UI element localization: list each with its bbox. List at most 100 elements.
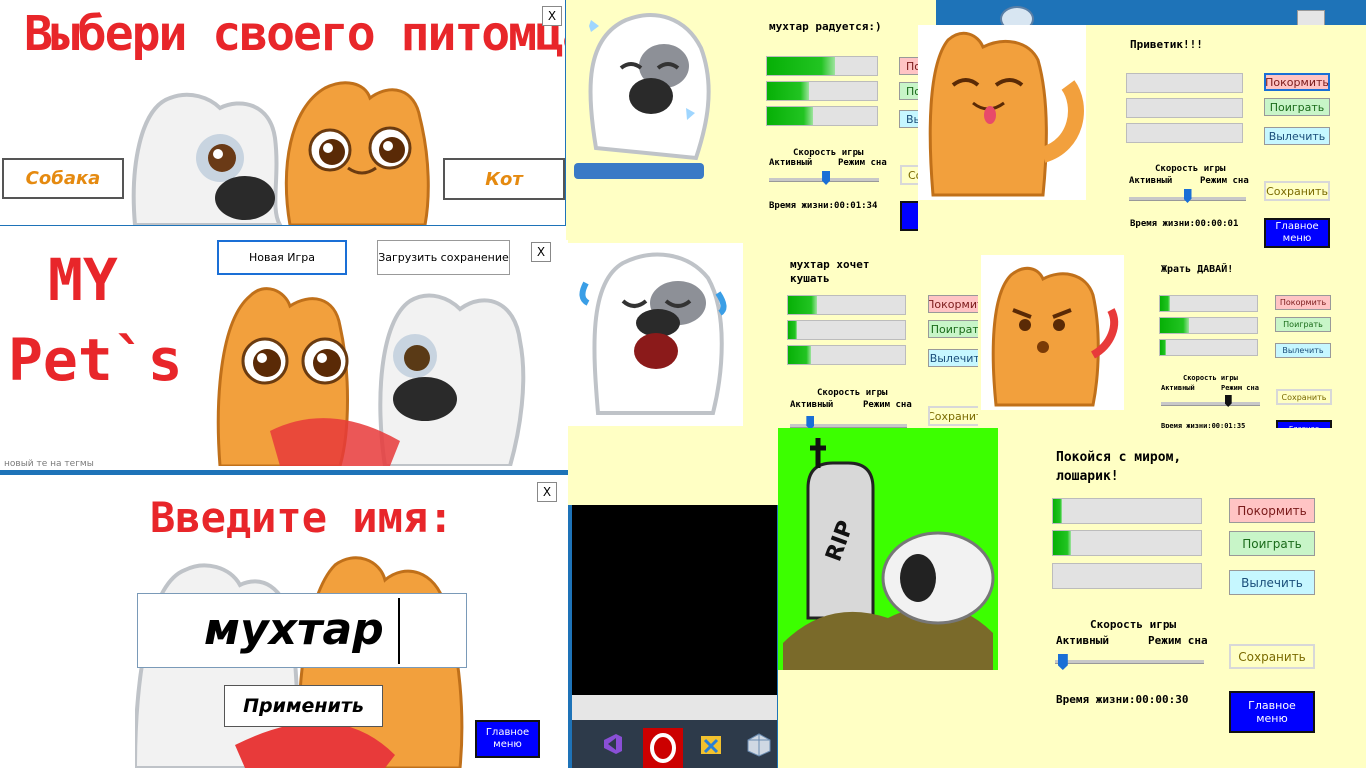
main-menu-button[interactable]: Главное меню xyxy=(1264,218,1330,248)
status-text: мухтар радуется:) xyxy=(769,20,882,33)
opera-icon[interactable] xyxy=(643,728,683,768)
feed-button[interactable]: Покормить xyxy=(1275,295,1331,310)
hunger-bar xyxy=(1126,73,1243,93)
life-time: Время жизни:00:00:01 xyxy=(1130,219,1239,229)
sleep-label: Режим сна xyxy=(863,400,912,410)
main-menu-button[interactable]: Главное меню xyxy=(475,720,540,758)
virtualbox-icon[interactable] xyxy=(746,732,772,758)
feed-button[interactable]: Покормить xyxy=(1229,498,1315,523)
health-bar xyxy=(1159,339,1258,356)
hunger-bar xyxy=(766,56,878,76)
visual-studio-icon[interactable] xyxy=(600,732,624,756)
heal-button[interactable]: Вылечить xyxy=(1229,570,1315,595)
hunger-bar xyxy=(1052,498,1202,524)
happy-cat-image xyxy=(918,25,1086,200)
mood-bar-fill xyxy=(767,82,809,100)
active-label: Активный xyxy=(1056,634,1109,647)
status-text-line2: лошарик! xyxy=(1056,469,1119,484)
name-title: Введите имя: xyxy=(150,493,454,542)
hunger-bar-fill xyxy=(788,296,818,314)
health-bar xyxy=(1052,563,1202,589)
status-footer: новый те на тегмы xyxy=(4,459,94,469)
choose-pet-window: Выбери своего питомца X Собака Кот xyxy=(0,0,565,225)
name-input[interactable]: мухтар xyxy=(137,593,467,668)
mood-bar-fill xyxy=(1160,318,1190,333)
hunger-bar-fill xyxy=(767,57,836,75)
hunger-bar xyxy=(787,295,906,315)
apply-button[interactable]: Применить xyxy=(224,685,383,727)
file-manager-icon[interactable] xyxy=(699,732,725,758)
dog-button[interactable]: Собака xyxy=(2,158,124,199)
heal-button[interactable]: Вылечить xyxy=(1275,343,1331,358)
status-text: Приветик!!! xyxy=(1130,38,1203,51)
name-input-value: мухтар xyxy=(204,604,384,655)
health-bar-fill xyxy=(767,107,814,125)
logo-line1: MY xyxy=(48,246,118,314)
speed-title: Скорость игры xyxy=(793,148,864,158)
crying-dog-image xyxy=(568,243,743,426)
speed-slider-thumb[interactable] xyxy=(1057,654,1068,670)
health-bar xyxy=(766,106,878,126)
close-button[interactable]: X xyxy=(531,242,551,262)
life-time: Время жизни:00:01:34 xyxy=(769,201,878,211)
hunger-bar-fill xyxy=(1053,499,1062,523)
logo-line2: Pet`s xyxy=(8,326,183,394)
grave-image: RIP xyxy=(778,428,998,670)
dead-pet-window: RIP Покойся с миром, лошарик! Покормить … xyxy=(778,428,1366,768)
angry-cat-image xyxy=(981,255,1124,410)
play-button[interactable]: Поиграть xyxy=(928,320,978,338)
speed-title: Скорость игры xyxy=(1090,618,1177,631)
happy-dog-image xyxy=(574,13,711,179)
choose-pet-title: Выбери своего питомца xyxy=(24,6,565,62)
speed-slider-track[interactable] xyxy=(1055,660,1204,664)
life-time: Время жизни:00:00:30 xyxy=(1056,693,1189,706)
health-bar-fill xyxy=(788,346,812,364)
save-button[interactable]: Сохранить xyxy=(928,406,978,426)
sleep-label: Режим сна xyxy=(1148,634,1208,647)
cat-button[interactable]: Кот xyxy=(443,158,565,200)
active-label: Активный xyxy=(1161,384,1195,392)
save-button[interactable]: Сохранить xyxy=(1276,389,1332,405)
speed-slider-track[interactable] xyxy=(1161,402,1260,406)
play-button[interactable]: Поиграть xyxy=(1229,531,1315,556)
mood-bar-fill xyxy=(1053,531,1071,555)
sleep-label: Режим сна xyxy=(1200,176,1249,186)
close-button[interactable]: X xyxy=(537,482,557,502)
health-bar-fill xyxy=(1160,340,1166,355)
scroll-strip xyxy=(572,695,777,720)
status-text: Жрать ДАВАЙ! xyxy=(1161,264,1234,275)
play-button[interactable]: Поиграть xyxy=(1264,98,1330,116)
sleep-label: Режим сна xyxy=(1221,384,1259,392)
desktop-background xyxy=(572,503,777,718)
feed-button[interactable]: Покормить xyxy=(928,295,978,313)
cat-angry-window: Жрать ДАВАЙ! Покормить Поиграть Вылечить… xyxy=(978,250,1366,445)
health-bar xyxy=(1126,123,1243,143)
heal-button[interactable]: Вылечить xyxy=(1264,127,1330,145)
mood-bar xyxy=(1052,530,1202,556)
active-label: Активный xyxy=(790,400,834,410)
load-save-button[interactable]: Загрузить сохранение xyxy=(377,240,510,275)
hunger-bar-fill xyxy=(1160,296,1170,311)
active-label: Активный xyxy=(769,158,813,168)
speed-slider-thumb[interactable] xyxy=(822,171,831,185)
health-bar xyxy=(787,345,906,365)
speed-title: Скорость игры xyxy=(817,388,888,398)
mood-bar-fill xyxy=(788,321,798,339)
status-text-line2: кушать xyxy=(790,272,830,285)
dog-and-cat-illustration xyxy=(131,81,430,225)
sleep-label: Режим сна xyxy=(838,158,887,168)
save-button[interactable]: Сохранить xyxy=(1229,644,1315,669)
active-label: Активный xyxy=(1129,176,1173,186)
new-game-button[interactable]: Новая Игра xyxy=(217,240,347,275)
save-button[interactable]: Сохранить xyxy=(1264,181,1330,201)
feed-button[interactable]: Покормить xyxy=(1264,73,1330,91)
dog-happy-window: мухтар радуется:) Покормить Поиграть Выл… xyxy=(566,0,936,240)
play-button[interactable]: Поиграть xyxy=(1275,317,1331,332)
heal-button[interactable]: Вылечить xyxy=(928,349,978,367)
main-menu-button[interactable]: Главное меню xyxy=(1229,691,1315,733)
status-text-line1: Покойся с миром, xyxy=(1056,450,1182,465)
start-window: MY Pet`s Новая Игра Загрузить сохранение… xyxy=(0,226,568,470)
mood-bar xyxy=(766,81,878,101)
close-button[interactable]: X xyxy=(542,6,562,26)
mood-bar xyxy=(787,320,906,340)
